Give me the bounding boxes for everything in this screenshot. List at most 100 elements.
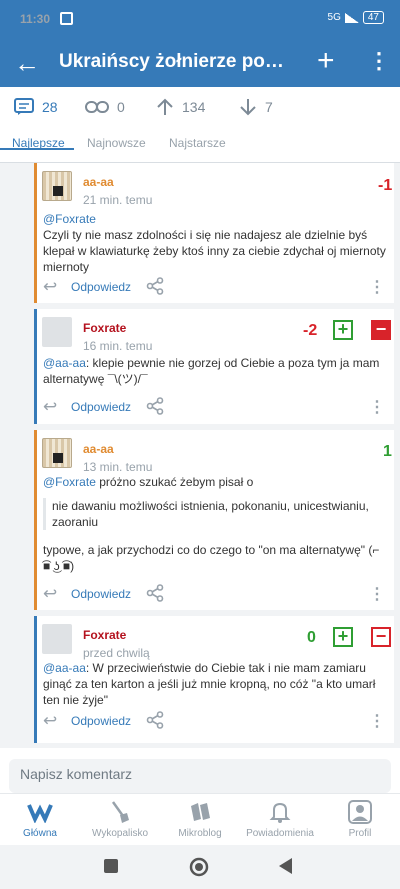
- signal-icon: [344, 12, 359, 23]
- comments-stat[interactable]: 28: [14, 98, 58, 116]
- comment-author[interactable]: Foxrate: [83, 321, 126, 335]
- downvote-button[interactable]: −: [371, 627, 391, 647]
- comment-author[interactable]: aa-aa: [83, 442, 114, 456]
- comment-score: 0: [307, 629, 316, 646]
- upvotes-stat[interactable]: 134: [156, 98, 205, 116]
- status-time: 11:30: [20, 12, 51, 26]
- comments-count: 28: [42, 99, 58, 115]
- more-vert-icon[interactable]: ⋮: [369, 397, 385, 417]
- comment-text: : klepie pewnie nie gorzej od Ciebie a p…: [43, 356, 380, 386]
- reply-icon[interactable]: ↩: [43, 584, 57, 604]
- app-bar: ← Ukraińscy żołnierze podd… + ⋮: [0, 40, 400, 87]
- battery-icon: 47: [362, 11, 384, 24]
- reply-icon[interactable]: ↩: [43, 277, 57, 297]
- more-vert-icon[interactable]: ⋮: [369, 711, 385, 731]
- downvotes-stat[interactable]: 7: [239, 98, 273, 116]
- reply-button[interactable]: Odpowiedz: [71, 587, 131, 601]
- comment-body: @aa-aa: klepie pewnie nie gorzej od Cieb…: [43, 355, 389, 387]
- nav-powiadomienia[interactable]: Powiadomienia: [240, 798, 320, 839]
- nav-label: Wykopalisko: [91, 828, 149, 839]
- comment-actions: ↩ Odpowiedz ⋮: [43, 397, 389, 417]
- links-stat[interactable]: 0: [85, 99, 125, 115]
- bell-icon: [240, 798, 320, 826]
- nav-wykopalisko[interactable]: Wykopalisko: [80, 798, 160, 839]
- reply-button[interactable]: Odpowiedz: [71, 714, 131, 728]
- share-icon[interactable]: [146, 397, 164, 415]
- share-icon[interactable]: [146, 277, 164, 295]
- avatar[interactable]: [42, 317, 72, 347]
- comment-actions: ↩ Odpowiedz ⋮: [43, 277, 389, 297]
- stats-bar: 28 0 134 7: [0, 87, 400, 127]
- comment-mention[interactable]: @Foxrate: [43, 475, 96, 489]
- comment-icon: [14, 98, 34, 115]
- share-icon[interactable]: [146, 584, 164, 602]
- upvotes-count: 134: [182, 99, 206, 115]
- comment-body: @aa-aa: W przeciwieństwie do Ciebie tak …: [43, 660, 389, 708]
- share-icon[interactable]: [146, 711, 164, 729]
- nav-label: Mikroblog: [178, 828, 222, 839]
- home-circle-icon[interactable]: [189, 857, 209, 877]
- shovel-icon: [80, 798, 160, 826]
- recents-icon[interactable]: [104, 859, 118, 873]
- comment-author[interactable]: aa-aa: [83, 175, 114, 189]
- comment-item: Foxrate przed chwilą 0 + − @aa-aa: W prz…: [34, 616, 394, 743]
- avatar[interactable]: [42, 438, 72, 468]
- tab-najstarsze[interactable]: Najstarsze: [169, 136, 226, 150]
- system-nav-bar: [0, 845, 400, 889]
- reply-icon[interactable]: ↩: [43, 711, 57, 731]
- mikroblog-icon: [160, 798, 240, 826]
- comment-actions: ↩ Odpowiedz ⋮: [43, 584, 389, 604]
- comment-text: Czyli ty nie masz zdolności i się nie na…: [43, 228, 386, 274]
- comment-score: -1: [378, 177, 393, 194]
- more-vert-icon[interactable]: ⋮: [369, 277, 385, 297]
- nav-mikroblog[interactable]: Mikroblog: [160, 798, 240, 839]
- back-triangle-icon[interactable]: [279, 858, 293, 874]
- link-icon: [85, 101, 109, 113]
- reply-button[interactable]: Odpowiedz: [71, 400, 131, 414]
- arrow-down-icon: [240, 99, 256, 116]
- avatar[interactable]: [42, 171, 72, 201]
- comments-feed[interactable]: aa-aa 21 min. temu -1 @Foxrate Czyli ty …: [0, 163, 400, 748]
- downvote-button[interactable]: −: [371, 320, 391, 340]
- home-logo-icon: [0, 798, 80, 826]
- bottom-navigation: Główna Wykopalisko Mikroblog Powiadomien…: [0, 793, 400, 845]
- links-count: 0: [117, 99, 125, 115]
- comment-mention[interactable]: @aa-aa: [43, 356, 86, 370]
- page-title: Ukraińscy żołnierze podd…: [59, 51, 295, 72]
- status-right: 5G 47: [328, 11, 384, 24]
- upvote-button[interactable]: +: [333, 627, 353, 647]
- comment-score: 1: [383, 443, 392, 460]
- comment-input[interactable]: Napisz komentarz: [9, 759, 391, 793]
- nav-label: Główna: [23, 828, 57, 839]
- nav-glowna[interactable]: Główna: [0, 798, 80, 839]
- comment-time: przed chwilą: [83, 646, 150, 660]
- back-arrow-icon[interactable]: ←: [14, 48, 40, 79]
- comment-time: 21 min. temu: [83, 193, 153, 207]
- downvotes-count: 7: [265, 99, 273, 115]
- add-icon[interactable]: +: [317, 44, 335, 78]
- nav-label: Powiadomienia: [246, 828, 314, 839]
- more-vert-icon[interactable]: ⋮: [369, 584, 385, 604]
- nav-label: Profil: [348, 828, 372, 839]
- upvote-button[interactable]: +: [333, 320, 353, 340]
- comment-mention[interactable]: @aa-aa: [43, 661, 86, 675]
- comment-author[interactable]: Foxrate: [83, 628, 126, 642]
- tab-indicator: [0, 148, 74, 150]
- notification-icon: [60, 12, 73, 25]
- profile-icon: [320, 798, 400, 826]
- more-vert-icon[interactable]: ⋮: [368, 48, 390, 74]
- comment-time: 13 min. temu: [83, 460, 153, 474]
- reply-icon[interactable]: ↩: [43, 397, 57, 417]
- comment-text: : W przeciwieństwie do Ciebie tak i nie …: [43, 661, 376, 707]
- nav-profil[interactable]: Profil: [320, 798, 400, 839]
- reply-button[interactable]: Odpowiedz: [71, 280, 131, 294]
- comment-text: próżno szukać żebym pisał o: [95, 475, 254, 489]
- avatar[interactable]: [42, 624, 72, 654]
- comment-composer: Napisz komentarz: [0, 748, 400, 793]
- comment-text-2: typowe, a jak przychodzi co do czego to …: [43, 543, 380, 573]
- tab-najnowsze[interactable]: Najnowsze: [87, 136, 146, 150]
- comment-item: aa-aa 21 min. temu -1 @Foxrate Czyli ty …: [34, 163, 394, 303]
- sort-tabs: Najlepsze Najnowsze Najstarsze: [0, 127, 400, 163]
- comment-quote: nie dawaniu możliwości istnienia, pokona…: [43, 498, 389, 530]
- comment-mention[interactable]: @Foxrate: [43, 212, 96, 226]
